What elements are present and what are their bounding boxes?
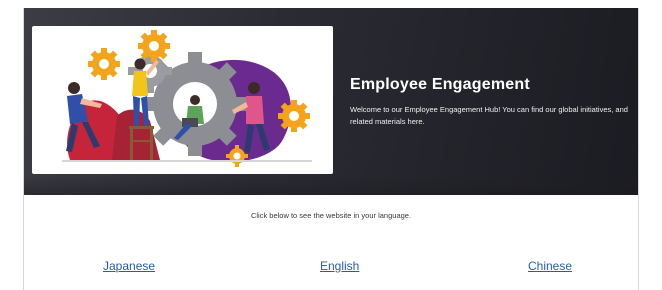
hero-title: Employee Engagement [350,76,530,93]
language-instruction: Click below to see the website in your l… [250,211,412,220]
team-gears-illustration [32,26,333,174]
hero-description: Welcome to our Employee Engagement Hub! … [350,105,628,126]
language-link-english[interactable]: English [320,259,359,273]
language-link-japanese[interactable]: Japanese [103,259,155,273]
page-frame: Employee Engagement Welcome to our Emplo… [23,8,639,290]
language-link-chinese[interactable]: Chinese [528,259,572,273]
hero-banner: Employee Engagement Welcome to our Emplo… [24,8,638,195]
